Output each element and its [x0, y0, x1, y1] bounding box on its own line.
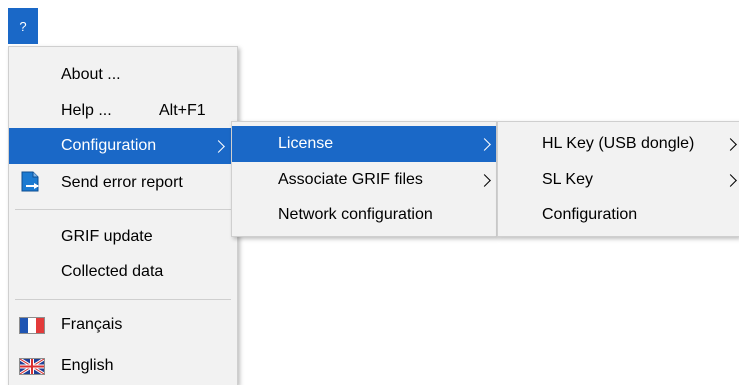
menu-item-english-label: English [61, 357, 114, 374]
menu-item-grif-update-label: GRIF update [61, 228, 153, 245]
license-submenu: HL Key (USB dongle) SL Key Configuration [497, 121, 739, 237]
submenu-arrow-icon [724, 173, 737, 187]
menu-item-send-error-report-label: Send error report [61, 174, 183, 191]
menu-item-hl-key-label: HL Key (USB dongle) [542, 135, 695, 152]
submenu-arrow-icon [478, 137, 491, 151]
menu-separator [15, 209, 231, 210]
menu-item-license-configuration-label: Configuration [542, 206, 638, 223]
menu-item-network-configuration[interactable]: Network configuration [232, 197, 496, 233]
help-menu-button[interactable]: ? [8, 8, 38, 44]
menu-item-license-configuration[interactable]: Configuration [498, 197, 739, 233]
submenu-arrow-icon [724, 137, 737, 151]
menu-item-associate-grif-files[interactable]: Associate GRIF files [232, 162, 496, 198]
menu-item-help-shortcut: Alt+F1 [159, 102, 206, 119]
menu-item-francais[interactable]: Français [9, 307, 237, 343]
menu-item-configuration-label: Configuration [61, 137, 157, 154]
help-dropdown-menu: About ... Help ... Alt+F1 Configuration … [8, 46, 238, 385]
menu-item-associate-label: Associate GRIF files [278, 171, 423, 188]
menu-item-francais-label: Français [61, 316, 123, 333]
menu-item-about-label: About ... [61, 66, 121, 83]
configuration-submenu: License Associate GRIF files Network con… [231, 121, 497, 237]
menu-item-network-label: Network configuration [278, 206, 433, 223]
uk-flag-icon [19, 358, 45, 375]
menu-item-sl-key[interactable]: SL Key [498, 162, 739, 198]
app-window: ? About ... Help ... Alt+F1 Configuratio… [0, 0, 739, 385]
menu-item-help[interactable]: Help ... Alt+F1 [9, 93, 237, 129]
menu-item-collected-data-label: Collected data [61, 263, 164, 280]
menu-item-hl-key[interactable]: HL Key (USB dongle) [498, 126, 739, 162]
menu-item-collected-data[interactable]: Collected data [9, 254, 237, 290]
help-menu-label: ? [19, 18, 27, 34]
menu-item-configuration[interactable]: Configuration [9, 128, 237, 164]
submenu-arrow-icon [478, 173, 491, 187]
menu-item-send-error-report[interactable]: Send error report [9, 165, 237, 201]
send-report-icon [20, 171, 42, 195]
submenu-arrow-icon [212, 139, 225, 153]
menu-item-about[interactable]: About ... [9, 57, 237, 93]
menu-item-sl-key-label: SL Key [542, 171, 593, 188]
menu-item-grif-update[interactable]: GRIF update [9, 219, 237, 255]
french-flag-icon [19, 317, 45, 334]
menu-separator [15, 299, 231, 300]
menu-item-help-label: Help ... [61, 102, 112, 119]
menu-item-license-label: License [278, 135, 334, 152]
menu-item-license[interactable]: License [232, 126, 496, 162]
menu-item-english[interactable]: English [9, 348, 237, 384]
